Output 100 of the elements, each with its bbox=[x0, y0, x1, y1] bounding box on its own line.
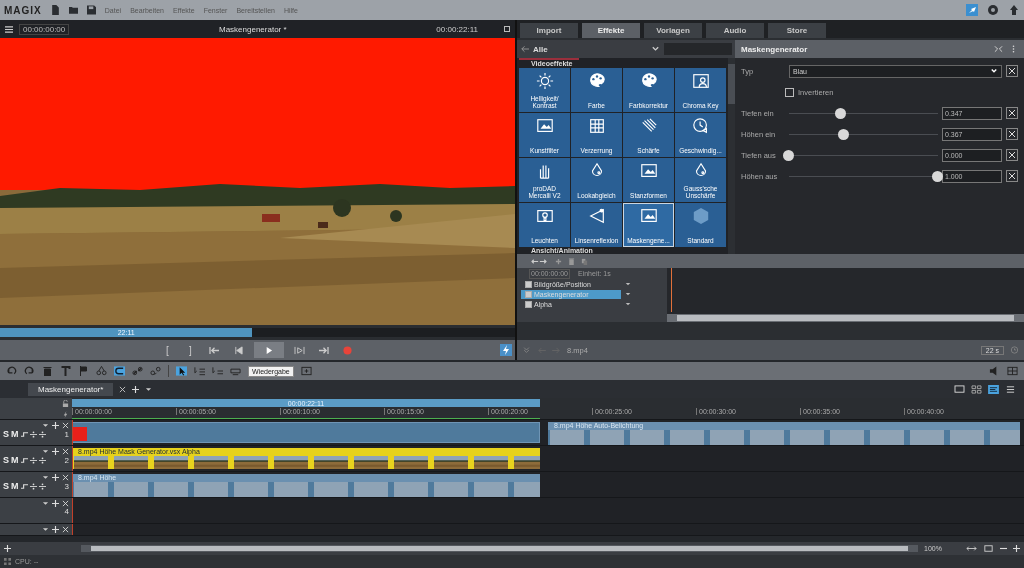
solo-button[interactable]: S bbox=[3, 429, 9, 439]
divide-icon[interactable] bbox=[38, 482, 46, 490]
search-field[interactable] bbox=[664, 43, 732, 55]
trash-icon[interactable] bbox=[42, 366, 53, 376]
lock-icon[interactable] bbox=[62, 400, 69, 407]
mark-button[interactable]: ] bbox=[182, 342, 199, 358]
play-button[interactable] bbox=[253, 342, 284, 358]
plus-icon[interactable] bbox=[132, 385, 140, 393]
solo-button[interactable]: S bbox=[3, 481, 9, 491]
link-icon[interactable] bbox=[132, 366, 143, 376]
disc-icon[interactable] bbox=[987, 4, 999, 16]
slider-thumb[interactable] bbox=[932, 170, 943, 182]
close-icon[interactable] bbox=[62, 500, 69, 507]
save-icon[interactable] bbox=[86, 5, 96, 15]
wave-icon[interactable] bbox=[20, 456, 28, 464]
invert-checkbox[interactable] bbox=[785, 87, 794, 97]
folder-icon[interactable] bbox=[68, 5, 78, 15]
menu-icon[interactable] bbox=[5, 25, 13, 33]
checkbox[interactable] bbox=[525, 300, 532, 308]
expand-icon[interactable] bbox=[300, 366, 312, 376]
undo-icon[interactable] bbox=[6, 366, 17, 376]
trim-icon[interactable] bbox=[230, 366, 241, 376]
checkbox[interactable] bbox=[525, 290, 532, 298]
plus-icon[interactable] bbox=[52, 474, 59, 481]
mark-button[interactable]: [ bbox=[159, 342, 176, 358]
dropdown-arrow-icon[interactable] bbox=[42, 500, 49, 507]
slider-thumb[interactable] bbox=[783, 149, 794, 161]
close-icon[interactable] bbox=[62, 474, 69, 481]
keyframe-icon[interactable] bbox=[1006, 128, 1018, 140]
pin-icon[interactable] bbox=[966, 4, 978, 16]
collapse-icon[interactable] bbox=[994, 45, 1003, 53]
pointer-icon[interactable] bbox=[176, 366, 187, 376]
text-icon[interactable] bbox=[60, 366, 71, 376]
maximize-icon[interactable] bbox=[504, 26, 510, 32]
plus-icon[interactable] bbox=[4, 545, 11, 552]
dropdown-arrow-icon[interactable] bbox=[145, 385, 153, 393]
layout-icon[interactable] bbox=[971, 384, 982, 394]
new-file-icon[interactable] bbox=[50, 5, 60, 15]
clip[interactable] bbox=[72, 422, 540, 443]
magnet-icon[interactable] bbox=[114, 366, 125, 376]
back-arrow-icon[interactable] bbox=[520, 45, 529, 53]
divide-icon[interactable] bbox=[29, 430, 37, 438]
plus-icon[interactable] bbox=[1013, 545, 1020, 552]
mute-button[interactable]: M bbox=[11, 429, 19, 439]
scissors-icon[interactable] bbox=[96, 366, 107, 376]
fit-width-icon[interactable] bbox=[966, 544, 977, 553]
panel-tab[interactable]: Audio bbox=[706, 23, 764, 38]
scrollbar-thumb[interactable] bbox=[91, 546, 908, 551]
dropdown-arrow-icon[interactable] bbox=[42, 474, 49, 481]
lightning-icon[interactable] bbox=[62, 411, 69, 418]
keyframe-icon[interactable] bbox=[1006, 170, 1018, 182]
chevron-down-icon[interactable] bbox=[651, 45, 660, 53]
cursor-lines-icon[interactable] bbox=[194, 366, 205, 376]
panel-tab[interactable]: Effekte bbox=[582, 23, 640, 38]
arrows-icon[interactable] bbox=[529, 257, 549, 265]
lightning-icon[interactable] bbox=[500, 344, 512, 356]
dropdown-arrow-icon[interactable] bbox=[42, 526, 49, 533]
list-view-icon[interactable] bbox=[1005, 384, 1016, 394]
dropdown-arrow-icon[interactable] bbox=[42, 448, 49, 455]
upload-icon[interactable] bbox=[1008, 4, 1020, 16]
divide-icon[interactable] bbox=[29, 456, 37, 464]
scrollbar-thumb[interactable] bbox=[677, 315, 1014, 321]
plus-icon[interactable] bbox=[52, 526, 59, 533]
close-icon[interactable] bbox=[62, 448, 69, 455]
panel-tab[interactable]: Vorlagen bbox=[644, 23, 702, 38]
divide-icon[interactable] bbox=[38, 430, 46, 438]
keyframe-icon[interactable] bbox=[1006, 107, 1018, 119]
divide-icon[interactable] bbox=[29, 482, 37, 490]
redo-icon[interactable] bbox=[24, 366, 35, 376]
grid-icon bbox=[587, 116, 606, 135]
timecode-field[interactable]: 00:00:00:00 bbox=[19, 23, 70, 35]
slider-thumb[interactable] bbox=[837, 128, 849, 140]
scrollbar-thumb[interactable] bbox=[728, 64, 735, 104]
fit-icon[interactable] bbox=[983, 544, 994, 553]
checkbox[interactable] bbox=[525, 280, 532, 288]
grid-icon[interactable] bbox=[1007, 366, 1018, 376]
keyframe-icon[interactable] bbox=[1006, 65, 1018, 77]
plus-icon[interactable] bbox=[52, 448, 59, 455]
flag-icon[interactable] bbox=[78, 366, 89, 376]
close-icon[interactable] bbox=[62, 526, 69, 533]
slider-thumb[interactable] bbox=[834, 107, 846, 119]
keyframe-icon[interactable] bbox=[1006, 149, 1018, 161]
timeline-view-icon[interactable] bbox=[988, 384, 999, 394]
close-icon[interactable] bbox=[62, 422, 69, 429]
solo-button[interactable]: S bbox=[3, 455, 9, 465]
mute-button[interactable]: M bbox=[11, 455, 19, 465]
panel-tab[interactable]: Import bbox=[520, 23, 578, 38]
divide-icon[interactable] bbox=[38, 456, 46, 464]
plus-icon[interactable] bbox=[52, 422, 59, 429]
wave-icon[interactable] bbox=[20, 482, 28, 490]
minus-icon[interactable] bbox=[1000, 545, 1007, 552]
monitor-icon[interactable] bbox=[954, 384, 965, 394]
project-tab[interactable]: Maskengenerator* bbox=[28, 382, 114, 396]
mute-button[interactable]: M bbox=[11, 481, 19, 491]
dropdown-arrow-icon[interactable] bbox=[42, 422, 49, 429]
panel-tab[interactable]: Store bbox=[768, 23, 826, 38]
unlink-icon[interactable] bbox=[150, 366, 161, 376]
wave-icon[interactable] bbox=[20, 430, 28, 438]
close-icon[interactable] bbox=[119, 385, 127, 393]
plus-icon[interactable] bbox=[52, 500, 59, 507]
